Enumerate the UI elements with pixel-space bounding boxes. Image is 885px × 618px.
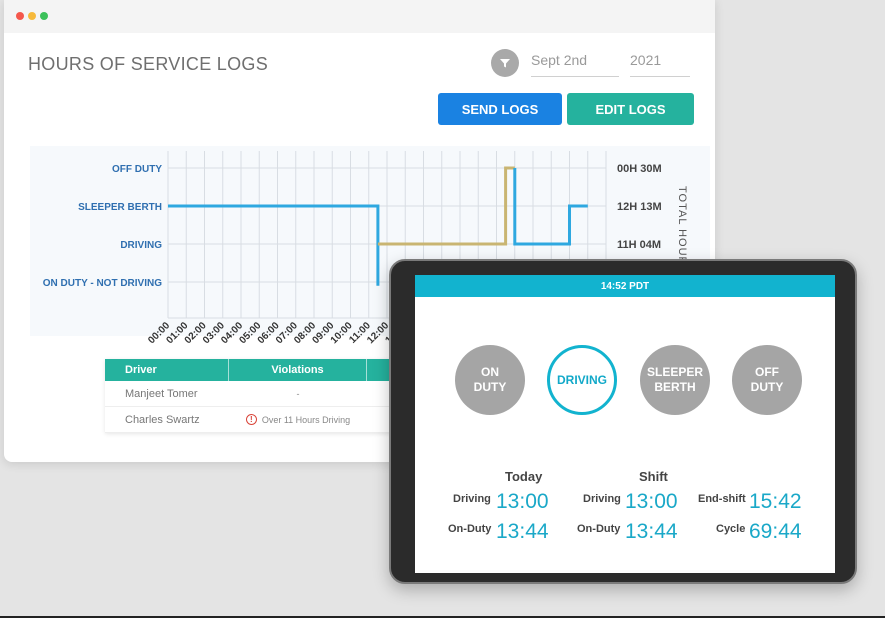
total-hours-value: 11H 04M (617, 239, 661, 251)
table-row[interactable]: Charles Swartz ! Over 11 Hours Driving (105, 407, 395, 433)
tablet-screen: 14:52 PDT ON DUTY DRIVING SLEEPER BERTH OF… (415, 275, 835, 573)
status-on-duty-button[interactable]: ON DUTY (455, 345, 525, 415)
total-hours-value: 12H 13M (617, 201, 662, 213)
drivers-table: Driver Violations Manjeet Tomer - Charle… (105, 359, 395, 433)
table-row[interactable]: Manjeet Tomer - (105, 381, 395, 407)
close-window-button[interactable] (16, 12, 24, 20)
page-title: HOURS OF SERVICE LOGS (28, 54, 269, 74)
cycle-value: 69:44 (749, 520, 802, 543)
today-onduty-label: On-Duty (448, 523, 492, 535)
status-driving-button[interactable]: DRIVING (547, 345, 617, 415)
filter-icon (500, 59, 510, 68)
y-category-label: ON DUTY - NOT DRIVING (43, 278, 162, 289)
violation-cell: ! Over 11 Hours Driving (229, 407, 367, 432)
status-label: SLEEPER (646, 365, 703, 379)
status-label: BERTH (654, 380, 696, 394)
today-driving-value: 13:00 (496, 490, 549, 513)
edit-logs-button[interactable]: EDIT LOGS (567, 93, 694, 125)
tablet-status-bar: 14:52 PDT (415, 275, 835, 297)
status-label: ON (480, 365, 499, 379)
y-category-label: SLEEPER BERTH (78, 202, 162, 213)
violation-text: Over 11 Hours Driving (261, 414, 351, 425)
filter-button[interactable] (491, 49, 519, 77)
status-label: DUTY (473, 380, 507, 394)
warning-icon: ! (245, 414, 257, 425)
tablet-device: 14:52 PDT ON DUTY DRIVING SLEEPER BERTH OF… (389, 259, 857, 584)
date-day-field[interactable]: Sept 2nd (531, 52, 619, 77)
y-category-label: OFF DUTY (112, 164, 162, 175)
total-hours-value: 00H 30M (617, 163, 662, 175)
date-year-field[interactable]: 2021 (630, 52, 690, 77)
status-label: DRIVING (556, 372, 607, 387)
maximize-window-button[interactable] (40, 12, 48, 20)
shift-onduty-label: On-Duty (577, 523, 621, 535)
window-titlebar (4, 0, 715, 33)
minimize-window-button[interactable] (28, 12, 36, 20)
shift-driving-label: Driving (583, 493, 621, 505)
status-label: OFF (754, 365, 779, 379)
today-heading: Today (505, 469, 543, 484)
endshift-value: 15:42 (749, 490, 802, 513)
table-header: Driver Violations (105, 359, 395, 381)
header-driver[interactable]: Driver (105, 359, 229, 381)
driver-name: Charles Swartz (125, 413, 200, 426)
status-label: DUTY (750, 380, 784, 394)
status-sleeper-berth-button[interactable]: SLEEPER BERTH (640, 345, 710, 415)
cycle-label: Cycle (716, 523, 746, 535)
shift-heading: Shift (639, 469, 668, 484)
status-off-duty-button[interactable]: OFF DUTY (732, 345, 802, 415)
today-driving-label: Driving (453, 493, 491, 505)
y-category-label: DRIVING (120, 240, 162, 251)
shift-driving-value: 13:00 (625, 490, 678, 513)
endshift-label: End-shift (698, 493, 746, 505)
shift-onduty-value: 13:44 (625, 520, 678, 543)
send-logs-button[interactable]: SEND LOGS (438, 93, 562, 125)
header-violations[interactable]: Violations (229, 359, 367, 381)
violation-cell: - (296, 388, 300, 399)
today-onduty-value: 13:44 (496, 520, 549, 543)
driver-name: Manjeet Tomer (125, 387, 198, 400)
